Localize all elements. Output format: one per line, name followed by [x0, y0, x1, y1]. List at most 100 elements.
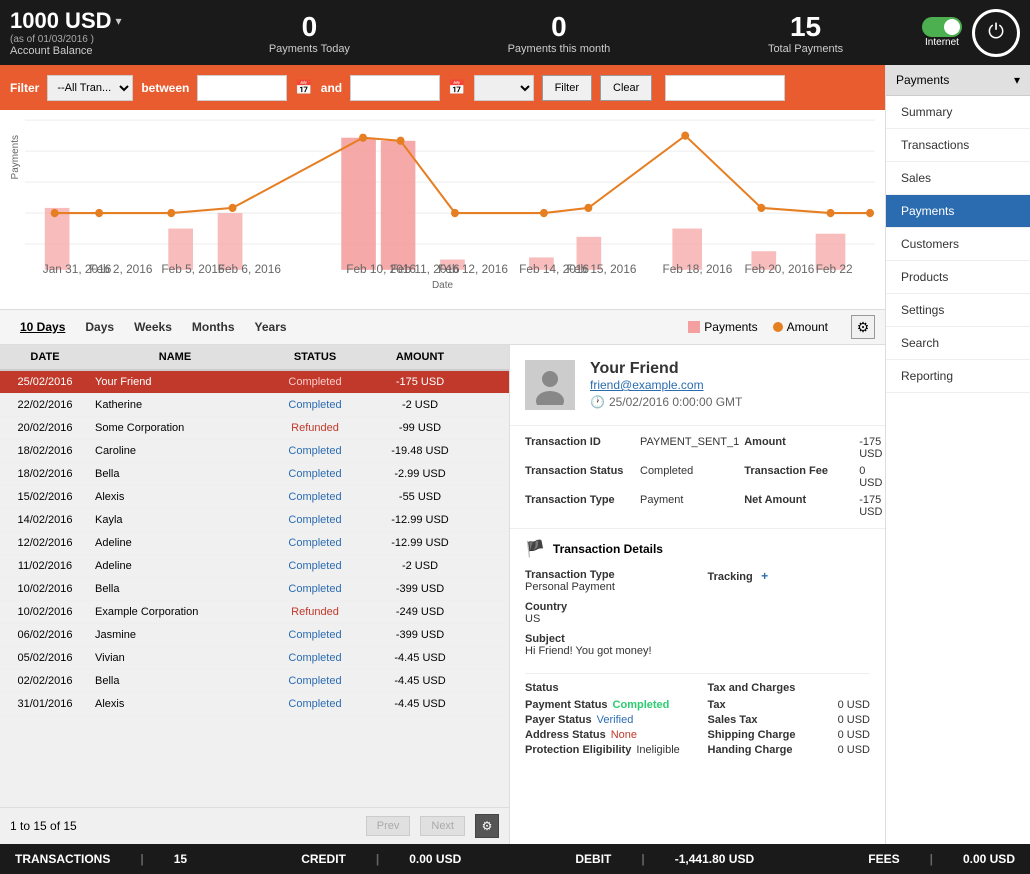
cell-amount: -55 USD — [370, 486, 470, 508]
prev-button[interactable]: Prev — [366, 816, 411, 836]
detail-row: Transaction Status Completed — [525, 465, 739, 477]
detail-row: Transaction Type Payment — [525, 494, 739, 506]
cell-name: Some Corporation — [90, 417, 260, 439]
sidebar-item-products[interactable]: Products — [886, 261, 1030, 294]
internet-toggle[interactable]: Internet — [922, 17, 962, 48]
table-row[interactable]: 02/02/2016 Bella Completed -4.45 USD — [0, 670, 509, 693]
table-row[interactable]: 20/02/2016 Some Corporation Refunded -99… — [0, 417, 509, 440]
filter-label: Filter — [10, 81, 39, 95]
col-amount: AMOUNT — [370, 345, 470, 369]
pagination-info: 1 to 15 of 15 — [10, 819, 77, 833]
table-row[interactable]: 10/02/2016 Example Corporation Refunded … — [0, 601, 509, 624]
sidebar-dropdown[interactable]: Payments ▾ — [886, 65, 1030, 96]
table-row[interactable]: 06/02/2016 Jasmine Completed -399 USD — [0, 624, 509, 647]
amount-row: Amount -175 USD — [744, 436, 882, 460]
cell-amount: -12.99 USD — [370, 532, 470, 554]
cell-amount: -99 USD — [370, 417, 470, 439]
details-grid: Transaction Type Personal Payment Countr… — [525, 569, 870, 665]
cell-status: Completed — [260, 463, 370, 485]
tracking-add-button[interactable]: + — [761, 569, 768, 583]
table-row[interactable]: 15/02/2016 Alexis Completed -55 USD — [0, 486, 509, 509]
total-payments-label: Total Payments — [768, 43, 843, 55]
cell-date: 02/02/2016 — [0, 670, 90, 692]
toggle-knob — [944, 19, 960, 35]
sidebar-item-customers[interactable]: Customers — [886, 228, 1030, 261]
table-row[interactable]: 25/02/2016 Your Friend Completed -175 US… — [0, 371, 509, 394]
transaction-type-select[interactable]: --All Tran... — [47, 75, 133, 101]
cell-amount: -249 USD — [370, 601, 470, 623]
toggle-switch[interactable] — [922, 17, 962, 37]
net-amount-label: Net Amount — [744, 494, 854, 506]
calendar-to-icon[interactable]: 📅 — [448, 79, 465, 96]
tab-days[interactable]: Days — [75, 317, 124, 337]
cell-status: Completed — [260, 647, 370, 669]
tab-months[interactable]: Months — [182, 317, 245, 337]
table-row[interactable]: 14/02/2016 Kayla Completed -12.99 USD — [0, 509, 509, 532]
status-details: Payment Status Completed Payer Status Ve… — [525, 699, 688, 756]
cell-date: 12/02/2016 — [0, 532, 90, 554]
shipping-row: Shipping Charge 0 USD — [708, 729, 871, 741]
calendar-from-icon[interactable]: 📅 — [295, 79, 312, 96]
sidebar-item-summary[interactable]: Summary — [886, 96, 1030, 129]
balance-arrow[interactable]: ▾ — [116, 14, 122, 28]
cell-status: Completed — [260, 486, 370, 508]
table-row[interactable]: 12/02/2016 Adeline Completed -12.99 USD — [0, 532, 509, 555]
table-row[interactable]: 22/02/2016 Katherine Completed -2 USD — [0, 394, 509, 417]
cell-amount: -399 USD — [370, 578, 470, 600]
svg-text:Feb 20, 2016: Feb 20, 2016 — [745, 262, 815, 275]
table-header: DATE NAME STATUS AMOUNT — [0, 345, 509, 371]
legend-amount: Amount — [773, 320, 828, 334]
filter-button[interactable]: Filter — [542, 75, 592, 101]
type-row: Transaction Type Payment — [525, 494, 739, 518]
cell-amount: -4.45 USD — [370, 647, 470, 669]
sales-tax-row: Sales Tax 0 USD — [708, 714, 871, 726]
date-to-input[interactable] — [350, 75, 440, 101]
fees-value: 0.00 USD — [963, 852, 1015, 866]
time-tabs: 10 Days Days Weeks Months Years Payments… — [0, 310, 885, 345]
filter-type-select[interactable] — [474, 75, 534, 101]
cell-status: Refunded — [260, 601, 370, 623]
sidebar-item-settings[interactable]: Settings — [886, 294, 1030, 327]
sidebar-item-transactions[interactable]: Transactions — [886, 129, 1030, 162]
fees-label: FEES — [868, 852, 899, 866]
table-row[interactable]: 31/01/2016 Alexis Completed -4.45 USD — [0, 693, 509, 716]
sidebar-item-payments[interactable]: Payments — [886, 195, 1030, 228]
search-input[interactable] — [665, 75, 785, 101]
date-from-input[interactable] — [197, 75, 287, 101]
status-charges-grid: Status Payment Status Completed Payer St… — [525, 682, 870, 756]
x-axis-label: Date — [10, 280, 875, 291]
stats-section: 0 Payments Today 0 Payments this month 1… — [190, 11, 922, 55]
table-row[interactable]: 11/02/2016 Adeline Completed -2 USD — [0, 555, 509, 578]
table-row[interactable]: 18/02/2016 Caroline Completed -19.48 USD — [0, 440, 509, 463]
next-button[interactable]: Next — [420, 816, 465, 836]
avatar-icon — [530, 365, 570, 405]
payer-status-row: Payer Status Verified — [525, 714, 688, 726]
sidebar-item-search[interactable]: Search — [886, 327, 1030, 360]
tab-10-days[interactable]: 10 Days — [10, 317, 75, 337]
svg-text:Feb 2, 2016: Feb 2, 2016 — [89, 262, 152, 275]
balance-label: Account Balance — [10, 45, 190, 57]
chart-settings-button[interactable]: ⚙ — [851, 315, 875, 339]
cell-date: 14/02/2016 — [0, 509, 90, 531]
transaction-status-label: Transaction Status — [525, 465, 635, 477]
transaction-id-value: PAYMENT_SENT_1 — [640, 436, 739, 448]
sidebar-dropdown-label: Payments — [896, 73, 949, 87]
tab-weeks[interactable]: Weeks — [124, 317, 182, 337]
avatar — [525, 360, 575, 410]
table-row[interactable]: 10/02/2016 Bella Completed -399 USD — [0, 578, 509, 601]
legend-payments-label: Payments — [704, 320, 757, 334]
power-button[interactable]: ⏻ — [972, 9, 1020, 57]
contact-email[interactable]: friend@example.com — [590, 378, 742, 392]
clear-button[interactable]: Clear — [600, 75, 652, 101]
table-row[interactable]: 18/02/2016 Bella Completed -2.99 USD — [0, 463, 509, 486]
sidebar-item-sales[interactable]: Sales — [886, 162, 1030, 195]
tab-years[interactable]: Years — [245, 317, 297, 337]
table-settings-button[interactable]: ⚙ — [475, 814, 499, 838]
table-row[interactable]: 05/02/2016 Vivian Completed -4.45 USD — [0, 647, 509, 670]
flag-icon: 🏴 — [525, 539, 545, 559]
contact-name: Your Friend — [590, 360, 742, 378]
cell-date: 10/02/2016 — [0, 601, 90, 623]
payment-status-row: Payment Status Completed — [525, 699, 688, 711]
transaction-id-row: Transaction ID PAYMENT_SENT_1 — [525, 436, 739, 460]
sidebar-item-reporting[interactable]: Reporting — [886, 360, 1030, 393]
